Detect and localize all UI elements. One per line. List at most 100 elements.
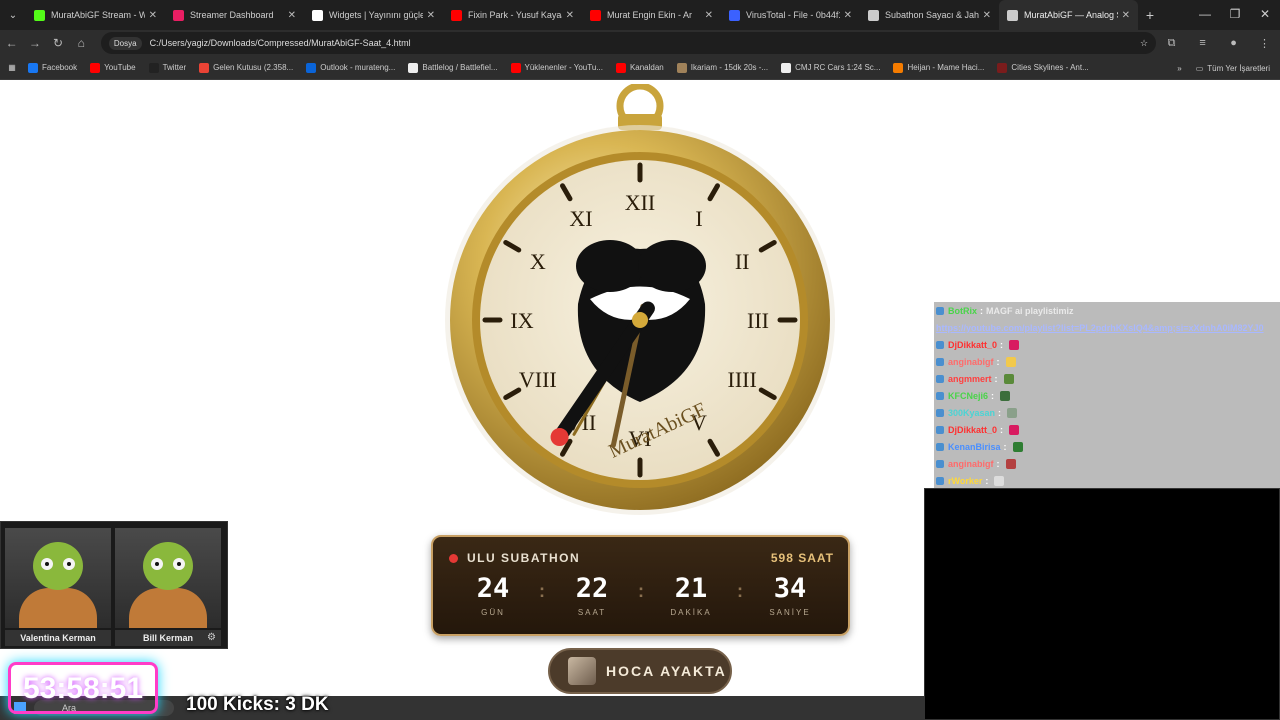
chat-username[interactable]: KenanBirisa (948, 442, 1001, 452)
chat-username[interactable]: 300Kyasan (948, 408, 995, 418)
browser-tab[interactable]: MuratAbiGF — Analog Sa ✕ (999, 0, 1138, 30)
bookmark-item[interactable]: Cities Skylines - Ant... (997, 62, 1089, 73)
forward-icon[interactable]: → (23, 36, 46, 50)
clock-numeral: II (735, 249, 750, 274)
apps-icon[interactable]: ▦ (0, 63, 24, 72)
home-icon[interactable]: ⌂ (70, 36, 93, 50)
bookmark-label: YouTube (104, 63, 136, 72)
bookmark-item[interactable]: Kanaldan (615, 62, 664, 73)
tab-search-icon[interactable]: ⌄ (0, 10, 26, 21)
clock-numeral: X (530, 249, 546, 274)
clock-numeral: XI (569, 206, 592, 231)
chat-username[interactable]: KFCNeji6 (948, 391, 988, 401)
bookmark-item[interactable]: Battlelog / Battlefiel... (408, 62, 498, 73)
kicks-banner: 100 Kicks: 3 DK (186, 694, 329, 715)
clock-numeral: III (747, 308, 769, 333)
chat-message: angmmert: (934, 370, 1280, 387)
browser-tab[interactable]: Subathon Sayacı & Jahre ✕ (860, 0, 999, 30)
bookmark-item[interactable]: Ikariam - 15dk 20s -... (676, 62, 768, 73)
hoca-ayakta-button[interactable]: HOCA AYAKTA (548, 648, 732, 694)
restore-icon[interactable]: ❐ (1220, 0, 1250, 30)
tab-title: Fixin Park - Yusuf Kayaalp (468, 10, 562, 20)
browser-tab[interactable]: Murat Engin Ekin - Ar ✕ (582, 0, 721, 30)
browser-toolbar: ← → ↻ ⌂ Dosya C:/Users/yagiz/Downloads/C… (0, 30, 1280, 56)
close-tab-icon[interactable]: ✕ (705, 10, 713, 21)
browser-tab[interactable]: Streamer Dashboard ✕ (165, 0, 304, 30)
close-tab-icon[interactable]: ✕ (149, 10, 157, 21)
tab-favicon-icon (868, 9, 879, 21)
bookmark-item[interactable]: CMJ RC Cars 1:24 Sc... (781, 62, 881, 73)
badge-icon (936, 476, 944, 485)
close-tab-icon[interactable]: ✕ (844, 10, 852, 21)
badge-icon (936, 408, 944, 417)
browser-tab[interactable]: Fixin Park - Yusuf Kayaalp ✕ (443, 0, 582, 30)
url-protocol-badge[interactable]: Dosya (108, 36, 142, 50)
reload-icon[interactable]: ↻ (46, 36, 69, 50)
chat-message: DjDikkatt_0: (934, 336, 1280, 353)
chat-separator: : (996, 458, 1000, 469)
chat-username[interactable]: DjDikkatt_0 (948, 340, 997, 350)
close-tab-icon[interactable]: ✕ (427, 10, 435, 21)
clock-bow (616, 84, 664, 130)
browser-tab[interactable]: VirusTotal - File - 0b44f1 ✕ (721, 0, 860, 30)
close-tab-icon[interactable]: ✕ (983, 10, 991, 21)
folder-icon: ▭ (1195, 63, 1204, 73)
bookmark-item[interactable]: Heijan - Mame Haci... (893, 62, 985, 73)
chat-username[interactable]: BotRix (948, 306, 977, 316)
settings-icon[interactable]: ⚙ (207, 632, 216, 643)
chat-username[interactable]: anginabigf (948, 459, 994, 469)
emote-icon (1003, 373, 1014, 384)
badge-icon (936, 442, 944, 451)
back-icon[interactable]: ← (0, 36, 23, 50)
extensions-icon[interactable]: ⧉ (1156, 37, 1187, 50)
browser-tab[interactable]: MuratAbiGF Stream - Wa ✕ (26, 0, 165, 30)
tab-title: Widgets | Yayınını güçlen (329, 10, 423, 20)
more-bookmarks-icon[interactable]: » (1177, 64, 1181, 73)
bookmark-item[interactable]: Yüklenenler - YouTu... (510, 62, 603, 73)
chat-username[interactable]: DjDikkatt_0 (948, 425, 997, 435)
media-icon[interactable]: ≡ (1187, 37, 1218, 49)
new-tab-button[interactable]: + (1138, 7, 1162, 23)
bookmark-label: Heijan - Mame Haci... (907, 63, 985, 72)
close-window-icon[interactable]: ✕ (1250, 0, 1280, 30)
chat-username[interactable]: rWorker (948, 476, 982, 486)
badge-icon (936, 306, 944, 315)
menu-icon[interactable]: ⋮ (1249, 37, 1280, 50)
bookmark-label: Facebook (42, 63, 78, 72)
chat-link[interactable]: https://youtube.com/playlist?list=PL2pdr… (934, 319, 1280, 336)
chat-username[interactable]: anginabigf (948, 357, 994, 367)
badge-icon (936, 357, 944, 366)
chat-username[interactable]: angmmert (948, 374, 992, 384)
minimize-icon[interactable]: — (1190, 0, 1220, 30)
bookmark-star-icon[interactable]: ☆ (1140, 38, 1148, 49)
address-bar[interactable]: Dosya C:/Users/yagiz/Downloads/Compresse… (100, 32, 1157, 54)
bookmark-icon (408, 62, 419, 73)
browser-tab[interactable]: Widgets | Yayınını güçlen ✕ (304, 0, 443, 30)
tab-favicon-icon (451, 9, 462, 21)
close-tab-icon[interactable]: ✕ (566, 10, 574, 21)
badge-icon (936, 340, 944, 349)
tab-favicon-icon (173, 9, 184, 21)
bookmark-icon (148, 62, 159, 73)
profile-icon[interactable]: ● (1218, 37, 1249, 49)
close-tab-icon[interactable]: ✕ (288, 10, 296, 21)
webcam-overlay: Valentina Kerman Bill Kerman ⚙ (0, 521, 228, 649)
bookmark-item[interactable]: Outlook - murateng... (306, 62, 395, 73)
bookmark-item[interactable]: Facebook (28, 62, 78, 73)
badge-icon (936, 425, 944, 434)
bookmark-item[interactable]: Gelen Kutusu (2.358... (199, 62, 293, 73)
countdown-minutes: 21 DAKİKA (670, 573, 712, 617)
all-bookmarks[interactable]: » ▭ Tüm Yer İşaretleri (1177, 56, 1270, 80)
clock-numeral: XII (625, 190, 656, 215)
hoca-avatar (568, 657, 596, 685)
bookmark-item[interactable]: YouTube (90, 62, 136, 73)
tab-favicon-icon (590, 9, 601, 21)
url-text[interactable]: C:/Users/yagiz/Downloads/Compressed/Mura… (150, 38, 1140, 48)
close-tab-icon[interactable]: ✕ (1122, 10, 1130, 21)
chat-separator: : (991, 390, 995, 401)
bookmark-label: CMJ RC Cars 1:24 Sc... (795, 63, 881, 72)
bookmark-item[interactable]: Twitter (148, 62, 186, 73)
emote-icon (1005, 356, 1016, 367)
bookmark-label: Kanaldan (629, 63, 664, 72)
bookmark-icon (510, 62, 521, 73)
